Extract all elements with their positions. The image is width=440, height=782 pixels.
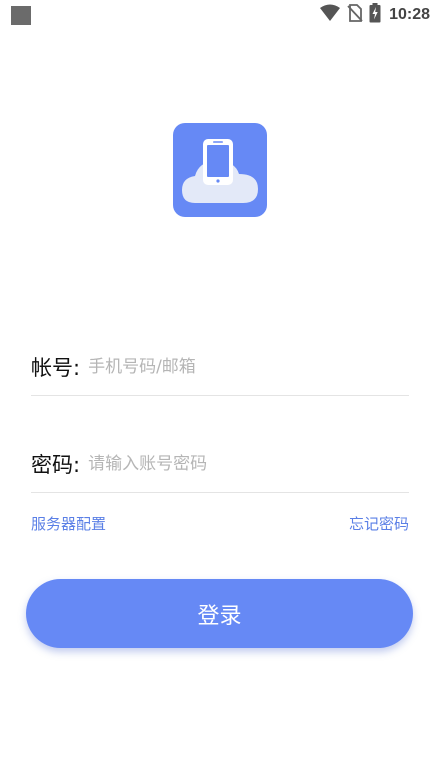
forgot-password-link[interactable]: 忘记密码 bbox=[349, 513, 409, 534]
server-config-link[interactable]: 服务器配置 bbox=[31, 513, 106, 534]
battery-charging-icon bbox=[369, 3, 381, 27]
status-time: 10:28 bbox=[389, 6, 430, 23]
account-input[interactable] bbox=[88, 352, 409, 382]
notification-square-icon bbox=[11, 6, 31, 25]
wifi-icon bbox=[319, 4, 341, 26]
login-button[interactable]: 登录 bbox=[26, 579, 413, 648]
phone-on-cloud-icon bbox=[182, 139, 258, 203]
password-divider bbox=[31, 492, 409, 493]
login-button-label: 登录 bbox=[197, 603, 242, 629]
account-row: 帐号: bbox=[31, 339, 409, 395]
status-bar: 10:28 bbox=[0, 0, 440, 30]
password-label: 密码: bbox=[31, 453, 81, 477]
status-icons: 10:28 bbox=[319, 3, 430, 27]
password-row: 密码: bbox=[31, 436, 409, 492]
no-sim-icon bbox=[347, 4, 363, 26]
password-input[interactable] bbox=[88, 449, 409, 479]
account-label: 帐号: bbox=[31, 356, 81, 380]
login-screen: 10:28 帐号: 密码: 服务器配置 忘记密码 登录 bbox=[0, 0, 440, 782]
account-divider bbox=[31, 395, 409, 396]
app-logo bbox=[173, 123, 267, 217]
